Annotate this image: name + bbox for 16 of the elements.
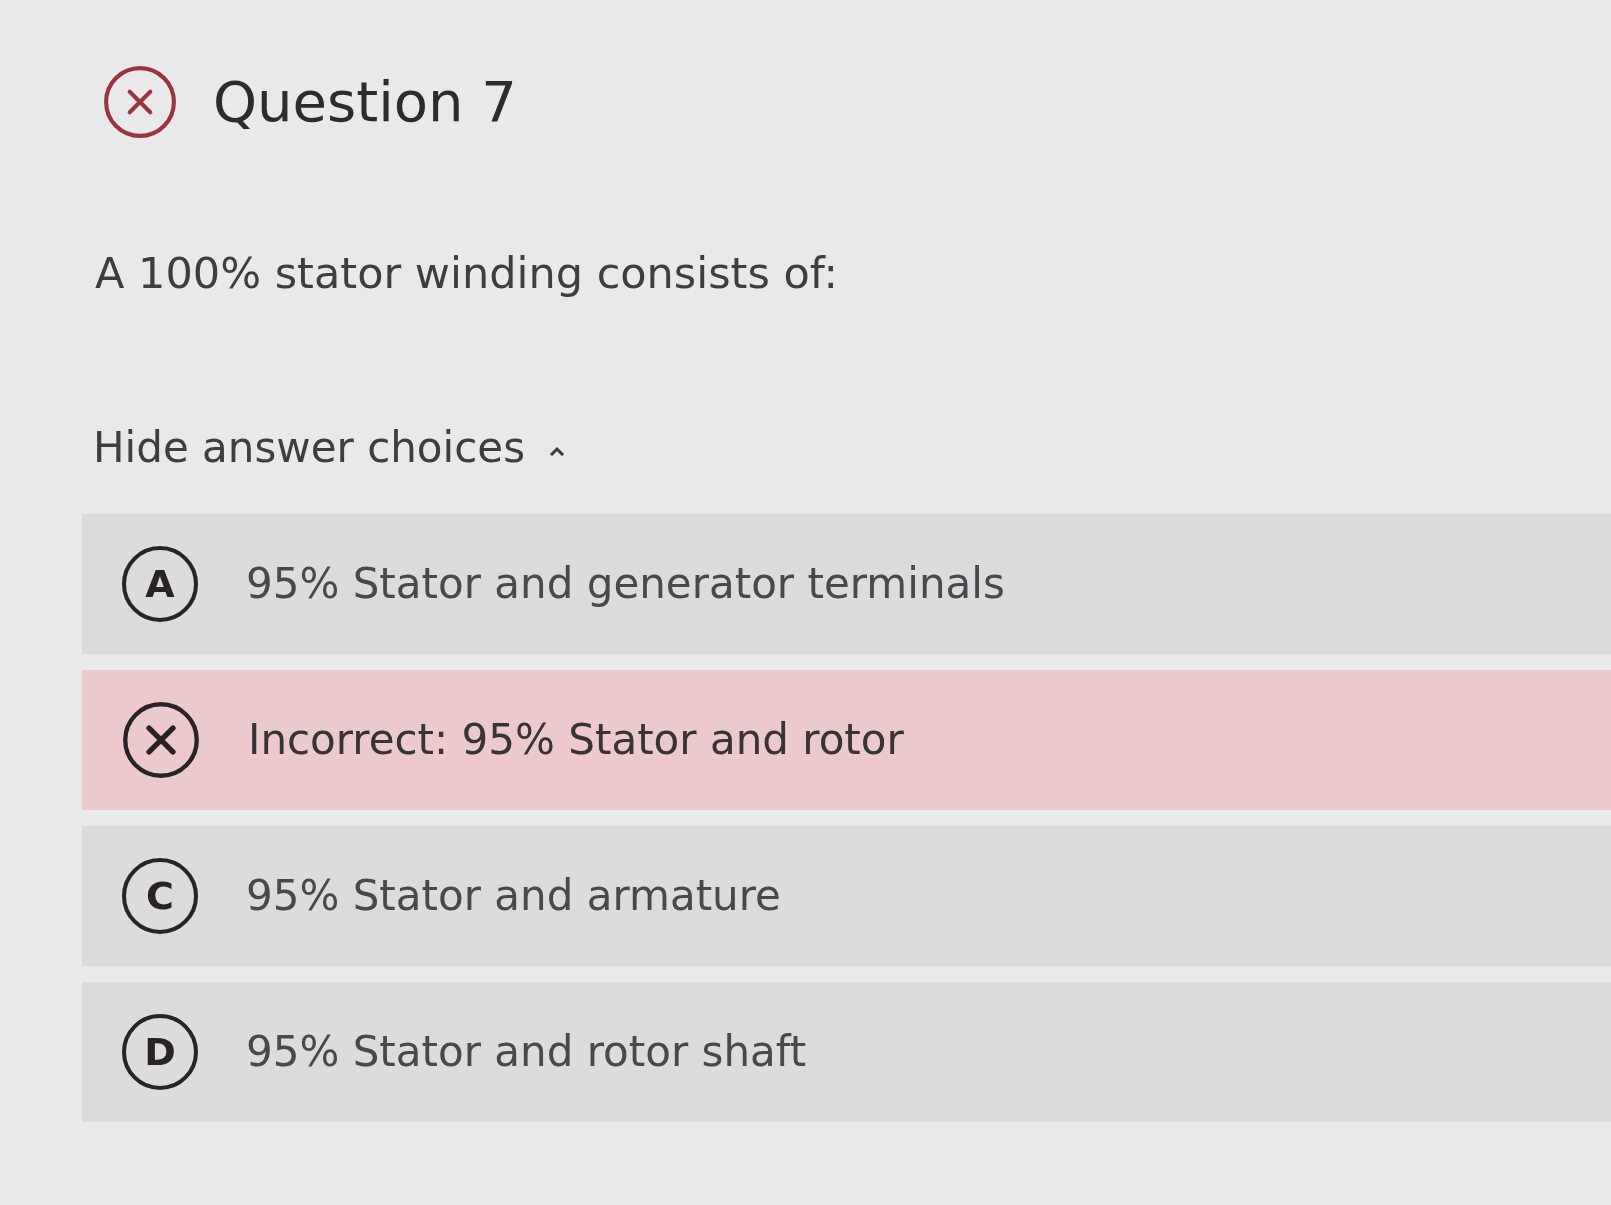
question-title: Question 7	[213, 68, 517, 136]
choice-text: Incorrect: 95% Stator and rotor	[248, 714, 904, 766]
choice-letter: A	[122, 546, 198, 622]
answer-choice[interactable]: C 95% Stator and armature	[82, 826, 1611, 966]
answer-choice[interactable]: D 95% Stator and rotor shaft	[82, 982, 1611, 1122]
answer-choice[interactable]: A 95% Stator and generator terminals	[82, 514, 1611, 654]
hide-answer-choices-link[interactable]: Hide answer choices	[93, 420, 566, 476]
choice-text: 95% Stator and armature	[246, 870, 781, 922]
choice-letter: D	[122, 1014, 198, 1090]
caret-icon	[549, 446, 566, 456]
answer-choice[interactable]: Incorrect: 95% Stator and rotor	[82, 670, 1611, 810]
choice-text: 95% Stator and rotor shaft	[246, 1026, 807, 1078]
choice-text: 95% Stator and generator terminals	[246, 558, 1005, 610]
choice-letter: C	[122, 858, 198, 934]
x-circle-icon	[122, 701, 200, 779]
question-text: A 100% stator winding consists of:	[95, 247, 839, 300]
